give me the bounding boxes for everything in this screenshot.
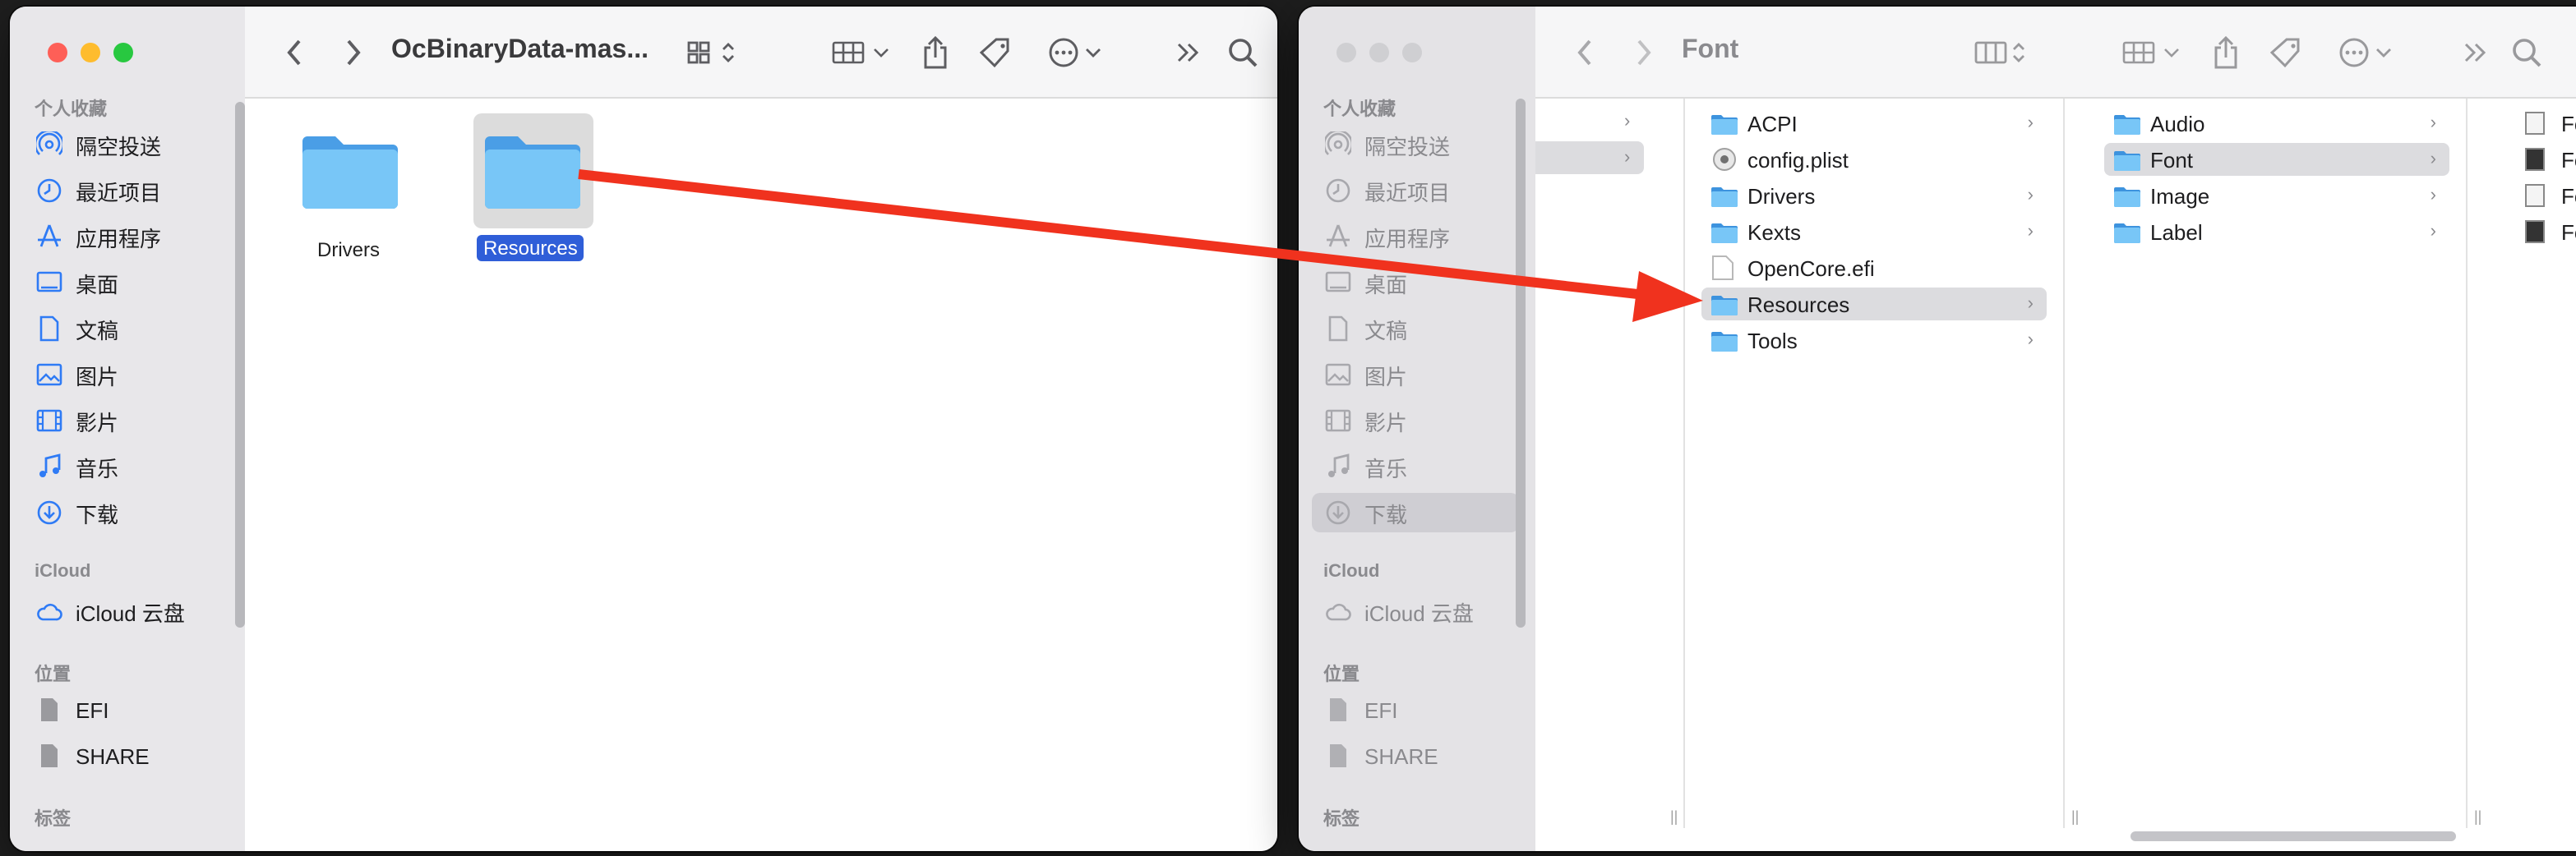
red-arrow-annotation [578,169,1703,322]
screen: 个人收藏 隔空投送 最近项目 应用程序 桌面 文稿 图片 影片 音乐 下载 iCloud iCl… [0,0,2576,856]
